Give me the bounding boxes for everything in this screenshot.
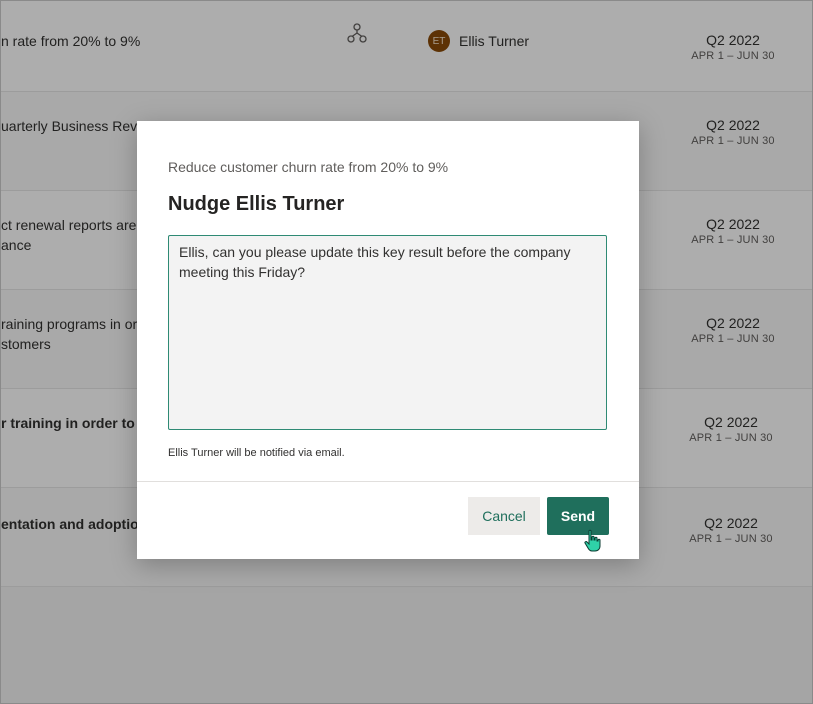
dialog-subtitle: Reduce customer churn rate from 20% to 9… — [168, 159, 449, 175]
notify-hint: Ellis Turner will be notified via email. — [168, 447, 345, 459]
nudge-dialog: Reduce customer churn rate from 20% to 9… — [137, 121, 639, 559]
okr-list-page: n rate from 20% to 9% ET Ellis Turner Q2… — [0, 0, 813, 704]
message-input[interactable]: Ellis, can you please update this key re… — [168, 235, 607, 430]
cancel-button[interactable]: Cancel — [468, 497, 540, 535]
dialog-title: Nudge Ellis Turner — [168, 193, 345, 215]
hand-cursor-icon — [583, 529, 603, 553]
dialog-divider — [137, 481, 639, 482]
